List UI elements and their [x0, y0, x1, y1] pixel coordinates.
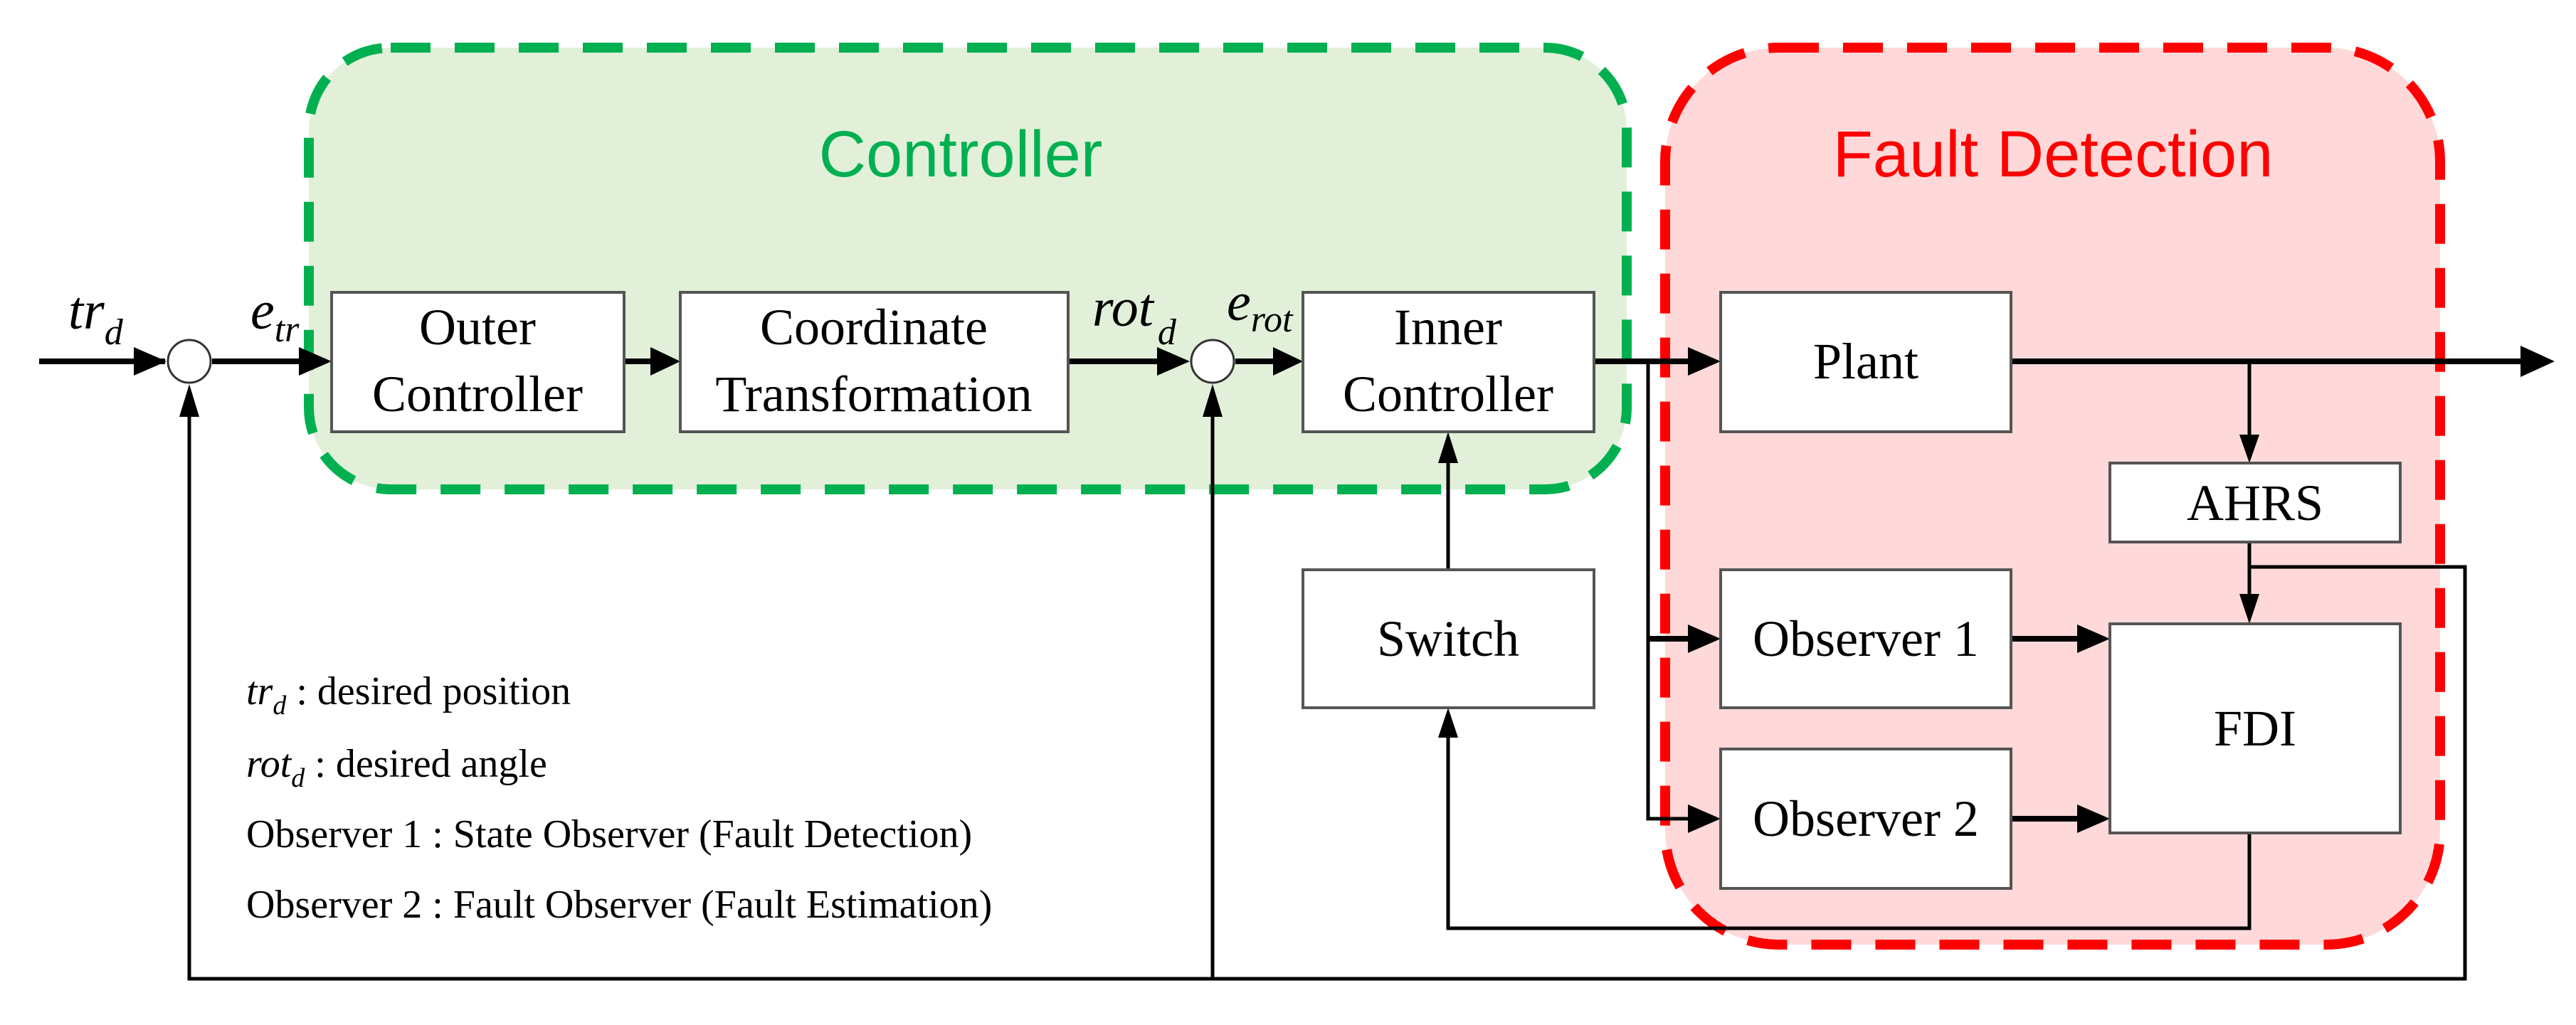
block-diagram: Controller Fault Detection Outer Control… — [39, 43, 2555, 981]
switch-block: Switch — [1302, 568, 1595, 709]
controller-title: Controller — [819, 118, 1103, 191]
legend-item-observer2: Observer 2 : Fault Observer (Fault Estim… — [246, 883, 992, 927]
legend: trd : desired position rotd : desired an… — [246, 669, 992, 927]
arrowhead — [2520, 346, 2555, 377]
fdi-label: FDI — [2214, 700, 2296, 757]
coordinate-transformation-label-2: Transformation — [715, 366, 1032, 423]
plant-block: Plant — [1719, 291, 2012, 433]
observer2-block: Observer 2 — [1719, 748, 2012, 890]
outer-controller-label-2: Controller — [372, 366, 583, 423]
switch-label: Switch — [1377, 610, 1519, 667]
outer-controller-block: Outer Controller — [330, 291, 625, 433]
ahrs-block: AHRS — [2108, 462, 2402, 543]
outer-controller-label-1: Outer — [419, 299, 536, 356]
legend-item-observer1: Observer 1 : State Observer (Fault Detec… — [246, 812, 972, 856]
signal-etr: etr — [250, 281, 300, 350]
observer1-label: Observer 1 — [1753, 610, 1979, 667]
fault-detection-title: Fault Detection — [1833, 118, 2274, 191]
coordinate-transformation-block: Coordinate Transformation — [679, 291, 1070, 433]
summing-junction-position — [167, 339, 212, 384]
legend-item-rotd: rotd : desired angle — [246, 742, 547, 793]
signal-trd: trd — [68, 281, 124, 353]
inner-controller-label-1: Inner — [1394, 299, 1502, 356]
legend-item-trd: trd : desired position — [246, 669, 571, 721]
ahrs-label: AHRS — [2187, 474, 2323, 531]
observer2-label: Observer 2 — [1753, 790, 1979, 847]
observer1-block: Observer 1 — [1719, 568, 2012, 709]
arrowhead — [1438, 708, 1458, 738]
arrowhead — [134, 347, 167, 376]
arrowhead — [179, 384, 199, 417]
summing-junction-angle — [1190, 339, 1235, 384]
plant-label: Plant — [1813, 333, 1918, 390]
inner-controller-label-2: Controller — [1343, 366, 1553, 423]
inner-controller-block: Inner Controller — [1302, 291, 1595, 433]
fdi-block: FDI — [2108, 622, 2402, 834]
coordinate-transformation-label-1: Coordinate — [760, 299, 988, 356]
